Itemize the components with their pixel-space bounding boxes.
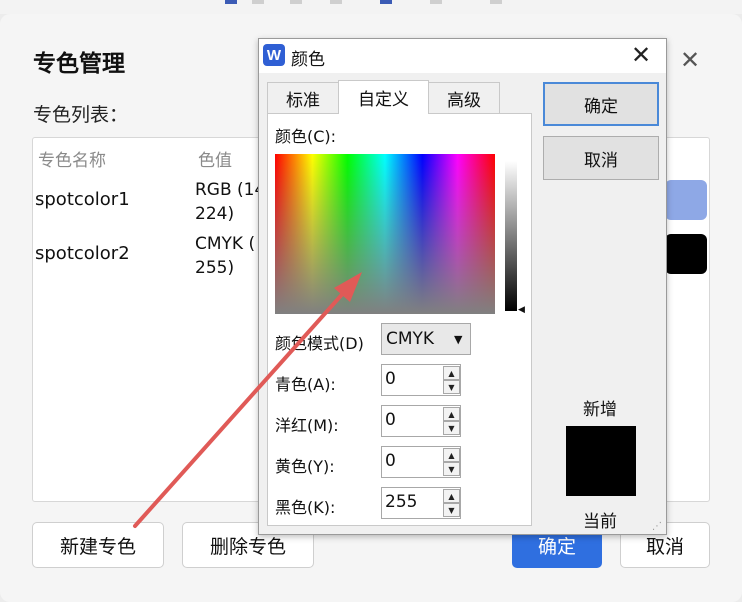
tab-custom[interactable]: 自定义 [338,80,429,114]
